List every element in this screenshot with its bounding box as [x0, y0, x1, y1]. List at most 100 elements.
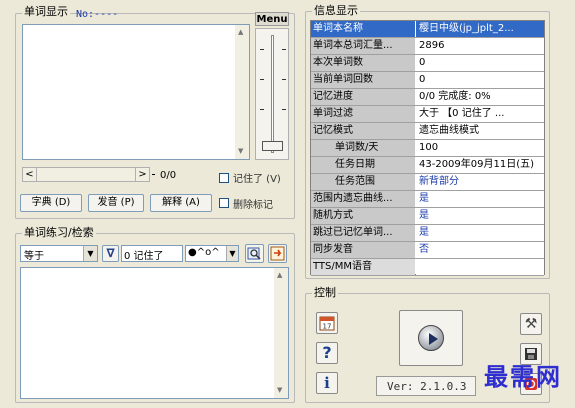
play-icon [418, 325, 444, 351]
info-row[interactable]: 任务范围 新背部分 [311, 174, 544, 191]
delete-mark-checkbox[interactable] [219, 198, 229, 208]
info-row-label: TTS/MM语音 [311, 259, 415, 275]
info-row[interactable]: 单词本总词汇量... 2896 [311, 38, 544, 55]
filter-select[interactable]: 0 记住了 [121, 245, 183, 262]
play-button[interactable] [399, 310, 463, 366]
slider-tick [282, 49, 286, 50]
info-icon[interactable]: i [316, 372, 338, 394]
page-count: 0/0 [160, 170, 177, 181]
explain-button[interactable]: 解释 (A) [150, 194, 212, 212]
info-row-value: 0 [416, 72, 544, 88]
info-row-value: 是 [416, 225, 544, 241]
info-row[interactable]: TTS/MM语音 [311, 259, 544, 276]
info-row[interactable]: 本次单词数 0 [311, 55, 544, 72]
info-row-value: 100 [416, 140, 544, 156]
version-label: Ver: 2.1.0.3 [387, 380, 467, 393]
info-row[interactable]: 范围内遗忘曲线... 是 [311, 191, 544, 208]
info-row-label: 范围内遗忘曲线... [311, 191, 415, 207]
info-row-value [416, 259, 544, 275]
scroll-up-icon[interactable]: ▲ [277, 271, 282, 279]
menu-label[interactable]: Menu [255, 12, 289, 26]
tools-icon[interactable]: ⚒ [520, 313, 542, 335]
word-counter: No:---- [76, 9, 119, 20]
match-select[interactable]: 等于 ▼ [20, 245, 98, 262]
control-title: 控制 [312, 286, 338, 299]
scroll-down-icon[interactable]: ▼ [238, 147, 243, 155]
info-row[interactable]: 记忆模式 遗忘曲线模式 [311, 123, 544, 140]
mark-select[interactable]: ●^o^ ▼ [185, 245, 239, 262]
word-hscrollbar[interactable]: < > [22, 167, 150, 182]
dictionary-button[interactable]: 字典 (D) [20, 194, 82, 212]
remembered-checkbox[interactable] [219, 173, 229, 183]
calendar-icon[interactable]: 17 [316, 312, 338, 334]
info-row-separator [311, 275, 544, 276]
scroll-up-icon[interactable]: ▲ [238, 28, 243, 36]
menu-slider[interactable] [255, 28, 289, 160]
info-title: 信息显示 [312, 4, 360, 17]
info-row-value: 2896 [416, 38, 544, 54]
info-row-label: 任务范围 [311, 174, 415, 190]
info-row-value: 0/0 完成度: 0% [416, 89, 544, 105]
slider-tick [260, 109, 264, 110]
help-icon[interactable]: ? [316, 342, 338, 364]
scroll-down-icon[interactable]: ▼ [277, 386, 282, 394]
info-row-label: 单词数/天 [311, 140, 415, 156]
info-row[interactable]: 随机方式是 [311, 208, 544, 225]
info-row-label: 当前单词回数 [311, 72, 415, 88]
slider-tick [260, 79, 264, 80]
scroll-end-marker [152, 174, 155, 175]
info-row-value: 否 [416, 242, 544, 258]
slider-track [271, 35, 274, 153]
version-box: Ver: 2.1.0.3 [376, 376, 476, 396]
info-row-value: 遗忘曲线模式 [416, 123, 544, 139]
word-display-scrollbar[interactable]: ▲ ▼ [235, 25, 249, 159]
info-row-value: 43-2009年09月11日(五) [416, 157, 544, 173]
slider-tick [282, 79, 286, 80]
search-icon[interactable] [245, 244, 264, 263]
pronounce-button[interactable]: 发音 (P) [88, 194, 144, 212]
filter-icon[interactable]: ∇ [102, 245, 119, 262]
info-row[interactable]: 单词数/天 100 [311, 140, 544, 157]
practice-title: 单词练习/检索 [22, 226, 96, 239]
dropdown-arrow-icon[interactable]: ▼ [83, 246, 97, 261]
info-row[interactable]: 跳过已记忆单词... 是 [311, 225, 544, 242]
info-row-label: 任务日期 [311, 157, 415, 173]
scroll-right-icon[interactable]: > [135, 168, 149, 181]
info-row-label: 单词过滤 [311, 106, 415, 122]
filter-select-value: 0 记住了 [124, 251, 164, 262]
info-table: 单词本名称 樱日中级(jp_jplt_2... 单词本总词汇量... 2896 本次单词… [310, 20, 545, 276]
info-row-label: 本次单词数 [311, 55, 415, 71]
info-row-label: 记忆模式 [311, 123, 415, 139]
slider-tick [260, 49, 264, 50]
info-row-label: 随机方式 [311, 208, 415, 224]
watermark-text: 最需网 [484, 362, 562, 391]
info-row[interactable]: 任务日期 43-2009年09月11日(五) [311, 157, 544, 174]
slider-thumb[interactable] [262, 141, 283, 151]
info-row[interactable]: 同步发音否 [311, 242, 544, 259]
word-display-title: 单词显示 [22, 5, 70, 18]
info-row-value: 新背部分 [416, 174, 544, 190]
info-row-value: 0 [416, 55, 544, 71]
info-row[interactable]: 单词本名称 樱日中级(jp_jplt_2... [311, 21, 544, 38]
export-icon[interactable] [268, 244, 287, 263]
slider-tick [282, 109, 286, 110]
practice-list-scrollbar[interactable]: ▲ ▼ [274, 268, 288, 398]
info-row-label: 同步发音 [311, 242, 415, 258]
remembered-label: 记住了 (V) [233, 174, 281, 185]
scroll-left-icon[interactable]: < [23, 168, 37, 181]
word-display-area [22, 24, 250, 160]
info-row-value: 樱日中级(jp_jplt_2... [416, 21, 544, 37]
svg-text:17: 17 [323, 323, 332, 331]
dropdown-arrow-icon[interactable]: ▼ [226, 246, 238, 261]
info-row-label: 单词本总词汇量... [311, 38, 415, 54]
info-row-label: 记忆进度 [311, 89, 415, 105]
delete-mark-label: 删除标记 [233, 200, 273, 211]
info-row[interactable]: 当前单词回数 0 [311, 72, 544, 89]
match-select-value: 等于 [24, 251, 44, 262]
practice-list[interactable] [20, 267, 289, 399]
info-row-label: 单词本名称 [311, 21, 415, 37]
info-row[interactable]: 单词过滤 大于 【0 记住了 ... [311, 106, 544, 123]
info-row[interactable]: 记忆进度 0/0 完成度: 0% [311, 89, 544, 106]
mark-select-value: ●^o^ [188, 247, 220, 258]
info-row-label: 跳过已记忆单词... [311, 225, 415, 241]
